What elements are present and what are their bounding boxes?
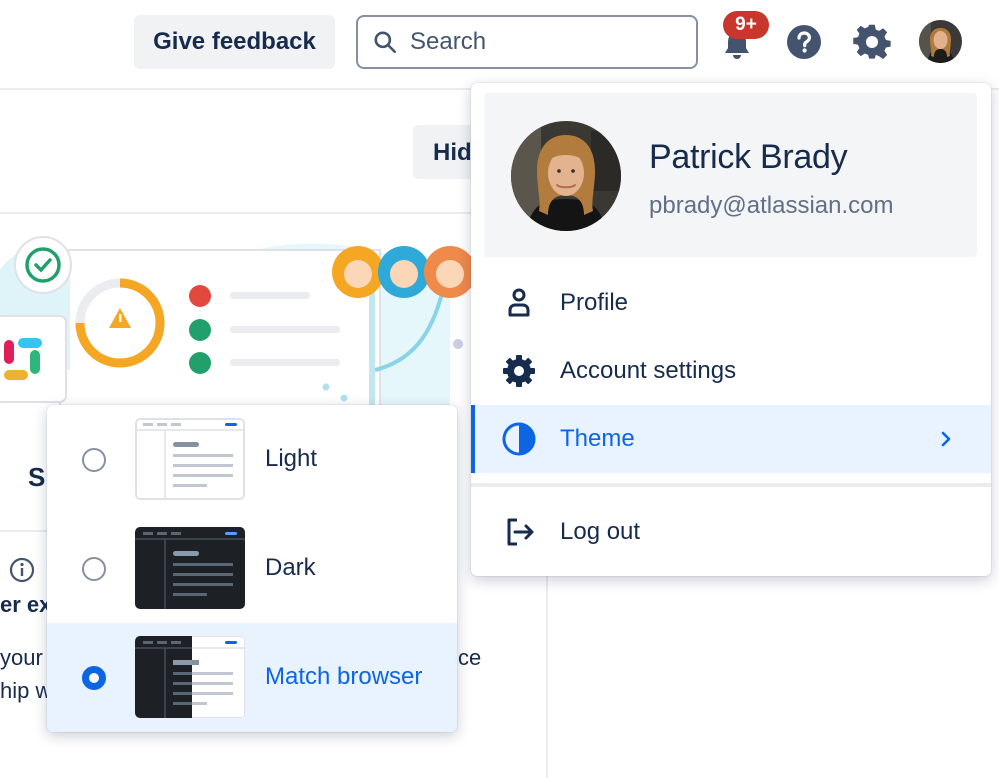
info-icon: [9, 557, 35, 583]
radio-button[interactable]: [82, 448, 106, 472]
onboarding-illustration: [0, 236, 476, 410]
half-circle-icon: [501, 421, 537, 457]
profile-name: Patrick Brady: [649, 138, 848, 176]
body-text: ce: [458, 645, 482, 670]
menu-item-label: Account settings: [560, 357, 737, 384]
theme-option-label: Light: [265, 445, 318, 472]
search-input[interactable]: [410, 28, 680, 56]
top-navigation-bar: Give feedback 9+: [0, 0, 999, 90]
logout-icon: [501, 514, 537, 550]
user-avatar-button[interactable]: [919, 20, 962, 63]
profile-card: Patrick Brady pbrady@atlassian.com: [484, 93, 977, 257]
theme-option-label: Dark: [265, 554, 316, 581]
menu-item-label: Log out: [560, 518, 641, 545]
search-field[interactable]: [356, 15, 698, 69]
profile-dropdown-menu: Patrick Brady pbrady@atlassian.com Profi…: [471, 83, 991, 576]
notification-badge: 9+: [723, 11, 769, 39]
theme-option-dark[interactable]: Dark: [47, 514, 457, 623]
profile-email: pbrady@atlassian.com: [649, 192, 894, 219]
match-browser-theme-preview: [135, 636, 245, 718]
person-icon: [501, 285, 537, 321]
radio-button-selected[interactable]: [82, 666, 106, 690]
theme-option-label: Match browser: [265, 663, 423, 690]
menu-item-profile[interactable]: Profile: [471, 269, 991, 337]
body-text: your: [0, 645, 43, 670]
section-subheading: er ex: [0, 592, 52, 617]
menu-item-label: Profile: [560, 289, 629, 316]
menu-divider: [471, 483, 991, 487]
radio-button[interactable]: [82, 557, 106, 581]
divider: [0, 212, 480, 214]
settings-gear-icon[interactable]: [852, 22, 892, 62]
chevron-right-icon: [941, 431, 951, 447]
avatar: [511, 121, 621, 231]
theme-submenu: Light Dark Match browser: [47, 405, 457, 732]
dark-theme-preview: [135, 527, 245, 609]
theme-option-match-browser[interactable]: Match browser: [47, 623, 457, 732]
search-icon: [374, 31, 397, 54]
menu-item-log-out[interactable]: Log out: [471, 498, 991, 566]
menu-item-label: Theme: [560, 425, 635, 452]
help-icon[interactable]: [785, 23, 823, 61]
light-theme-preview: [135, 418, 245, 500]
give-feedback-button[interactable]: Give feedback: [134, 15, 335, 69]
gear-icon: [501, 353, 537, 389]
body-text: hip w: [0, 678, 52, 703]
menu-item-theme[interactable]: Theme: [471, 405, 991, 473]
menu-item-account-settings[interactable]: Account settings: [471, 337, 991, 405]
section-heading: S: [28, 462, 46, 492]
theme-option-light[interactable]: Light: [47, 405, 457, 514]
